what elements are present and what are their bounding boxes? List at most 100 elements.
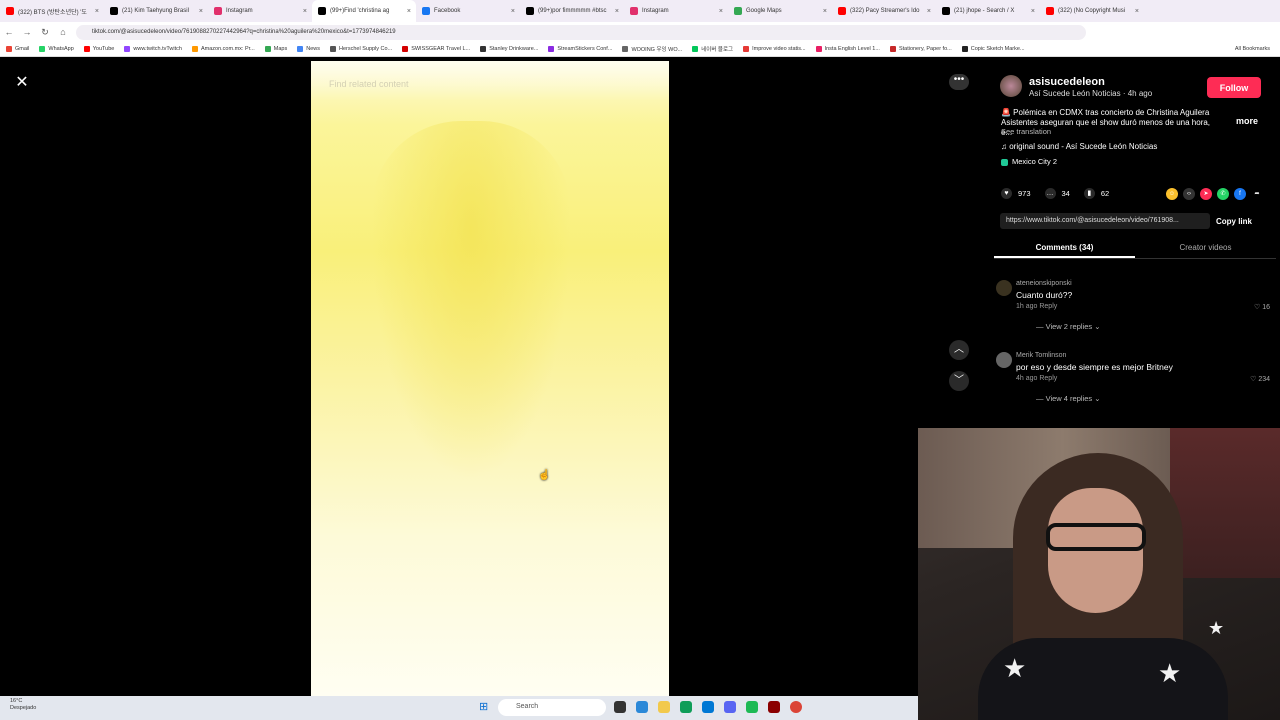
bookmark-item[interactable]: Stanley Drinkware... <box>480 46 538 52</box>
commenter-name[interactable]: Merik Tomlinson <box>1016 352 1066 359</box>
browser-tab[interactable]: (99+)por fimmmmm #btsc × <box>520 0 624 22</box>
embed-icon[interactable]: ‹› <box>1183 188 1195 200</box>
bookmark-item[interactable]: YouTube <box>83 46 114 52</box>
bookmark-item[interactable]: Gmail <box>6 46 29 52</box>
comment-likes[interactable]: ♡ 16 <box>1254 303 1270 311</box>
browser-tab[interactable]: Google Maps × <box>728 0 832 22</box>
store-icon[interactable] <box>702 701 714 713</box>
video-player[interactable]: Find related content <box>311 61 669 696</box>
close-tab-icon[interactable]: × <box>1031 8 1035 15</box>
more-button[interactable]: more <box>1236 116 1258 126</box>
commenter-avatar[interactable] <box>996 280 1012 296</box>
facebook-icon[interactable]: f <box>1234 188 1246 200</box>
repost-icon[interactable]: ☺ <box>1166 188 1178 200</box>
bookmark-item[interactable]: Maps <box>264 46 287 52</box>
location-tag[interactable]: Mexico City 2 <box>1001 157 1057 166</box>
share-arrow-icon[interactable]: ➦ <box>1251 188 1263 200</box>
view-replies-button[interactable]: — View 4 replies ⌄ <box>1036 394 1101 403</box>
video-link-field[interactable]: https://www.tiktok.com/@asisucedeleon/vi… <box>1000 213 1210 229</box>
bookmark-favicon-icon <box>83 46 90 52</box>
bookmark-item[interactable]: WOOING 우잉 WO... <box>622 45 682 53</box>
related-search-input[interactable]: Find related content <box>311 61 669 101</box>
comment-button[interactable]: … 34 <box>1044 188 1070 199</box>
like-button[interactable]: ♥ 973 <box>1001 188 1031 199</box>
bookmark-item[interactable]: www.twitch.tvTwitch <box>124 46 182 52</box>
more-options-icon[interactable]: ••• <box>949 74 969 90</box>
weather-widget[interactable]: 16°C Despejado <box>10 698 36 712</box>
close-tab-icon[interactable]: × <box>303 8 307 15</box>
bookmark-label: Insta English Level 1... <box>824 46 880 52</box>
close-tab-icon[interactable]: × <box>95 8 99 15</box>
file-explorer-icon[interactable] <box>658 701 670 713</box>
all-bookmarks-button[interactable]: All Bookmarks <box>1235 46 1270 52</box>
reload-icon[interactable]: ↻ <box>36 27 54 38</box>
browser-tab[interactable]: (322) (No Copyright Musi × <box>1040 0 1144 22</box>
bookmark-item[interactable]: WhatsApp <box>39 46 74 52</box>
whatsapp-icon[interactable]: ✆ <box>1217 188 1229 200</box>
view-replies-button[interactable]: — View 2 replies ⌄ <box>1036 322 1101 331</box>
close-tab-icon[interactable]: × <box>199 8 203 15</box>
chrome-icon[interactable] <box>790 701 802 713</box>
follow-button[interactable]: Follow <box>1207 77 1261 98</box>
copy-link-button[interactable]: Copy link <box>1212 213 1256 229</box>
browser-tab[interactable]: Instagram × <box>208 0 312 22</box>
browser-tab[interactable]: (21) jhope - Search / X × <box>936 0 1040 22</box>
previous-video-icon[interactable]: ︿ <box>949 340 969 360</box>
address-bar[interactable]: tiktok.com/@asisucedeleon/video/76190882… <box>76 24 1086 40</box>
bookmark-item[interactable]: News <box>297 46 320 52</box>
browser-tab[interactable]: (322) Pacy Streamer's Ido × <box>832 0 936 22</box>
close-tab-icon[interactable]: × <box>511 8 515 15</box>
tab-comments[interactable]: Comments (34) <box>994 239 1135 258</box>
close-tab-icon[interactable]: × <box>407 8 411 15</box>
comment-meta[interactable]: 4h ago Reply <box>1016 375 1057 382</box>
close-tab-icon[interactable]: × <box>615 8 619 15</box>
bookmark-item[interactable]: Improve video statis... <box>743 46 806 52</box>
tab-creator-videos[interactable]: Creator videos <box>1135 239 1276 258</box>
home-icon[interactable]: ⌂ <box>54 27 72 37</box>
close-tab-icon[interactable]: × <box>719 8 723 15</box>
next-video-icon[interactable]: ﹀ <box>949 371 969 391</box>
tab-favicon-icon <box>630 7 638 15</box>
sound-link[interactable]: ♫ original sound - Así Sucede León Notic… <box>1001 142 1157 151</box>
comment-text: por eso y desde siempre es mejor Britney <box>1016 362 1173 372</box>
task-view-icon[interactable] <box>614 701 626 713</box>
avatar[interactable] <box>1000 75 1022 97</box>
browser-tab[interactable]: (21) Kim Taehyung Brasil × <box>104 0 208 22</box>
obs-icon[interactable] <box>768 701 780 713</box>
close-tab-icon[interactable]: × <box>1135 8 1139 15</box>
back-icon[interactable]: ← <box>0 27 18 37</box>
bookmark-item[interactable]: Stationery, Paper fo... <box>889 46 952 52</box>
discord-icon[interactable] <box>724 701 736 713</box>
taskbar-search[interactable]: Search <box>498 699 606 716</box>
send-icon[interactable]: ➤ <box>1200 188 1212 200</box>
windows-start-icon[interactable]: ⊞ <box>479 701 491 713</box>
bookmark-item[interactable]: Amazon.com.mx: Pr... <box>191 46 255 52</box>
username[interactable]: asisucedeleon <box>1029 76 1105 88</box>
close-tab-icon[interactable]: × <box>823 8 827 15</box>
comment-likes[interactable]: ♡ 234 <box>1250 375 1270 383</box>
bookmark-item[interactable]: StreamStickers Conf... <box>548 46 612 52</box>
comment-meta[interactable]: 1h ago Reply <box>1016 303 1057 310</box>
edge-icon[interactable] <box>680 701 692 713</box>
weather-temp: 16°C <box>10 698 23 704</box>
save-button[interactable]: ▮ 62 <box>1083 188 1109 199</box>
browser-tab[interactable]: Facebook × <box>416 0 520 22</box>
commenter-name[interactable]: ateneionskiponski <box>1016 280 1072 287</box>
copilot-icon[interactable] <box>636 701 648 713</box>
close-tab-icon[interactable]: × <box>927 8 931 15</box>
browser-tab[interactable]: (322) BTS (방탄소년단) '도 × <box>0 0 104 22</box>
browser-tab[interactable]: Instagram × <box>624 0 728 22</box>
bookmark-item[interactable]: Copic Sketch Marke... <box>961 46 1025 52</box>
bookmark-item[interactable]: 네이버 블로그 <box>692 45 733 53</box>
bookmark-item[interactable]: Herschel Supply Co... <box>329 46 392 52</box>
close-icon[interactable]: ✕ <box>12 73 32 93</box>
forward-icon[interactable]: → <box>18 27 36 37</box>
star-pattern: ★ <box>1003 653 1027 683</box>
bookmark-item[interactable]: SWISSGEAR Travel L... <box>402 46 470 52</box>
bookmark-item[interactable]: Insta English Level 1... <box>815 46 880 52</box>
video-subject <box>371 121 571 481</box>
browser-tab[interactable]: (99+)Find 'christina ag × <box>312 0 416 22</box>
see-translation-link[interactable]: See translation <box>1001 127 1051 136</box>
spotify-icon[interactable] <box>746 701 758 713</box>
commenter-avatar[interactable] <box>996 352 1012 368</box>
